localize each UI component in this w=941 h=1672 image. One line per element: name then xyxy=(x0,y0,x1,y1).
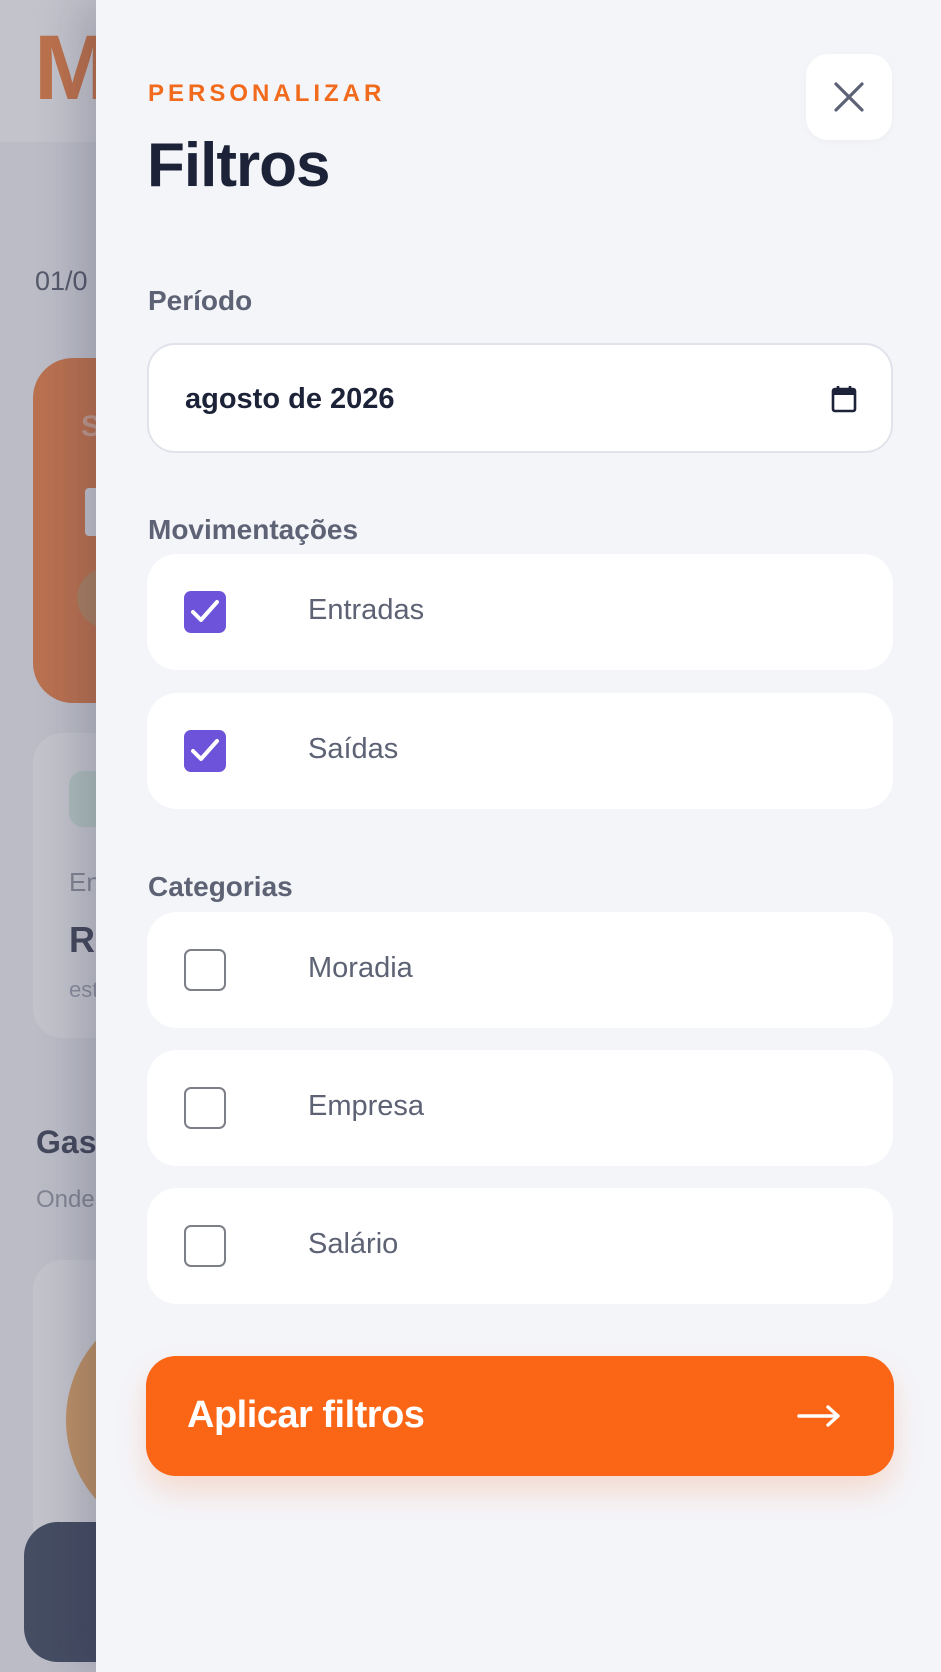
period-month-input[interactable]: agosto de 2026 xyxy=(147,343,893,453)
close-icon xyxy=(834,82,864,112)
option-entradas[interactable]: Entradas xyxy=(147,554,893,670)
checkbox-entradas[interactable] xyxy=(184,591,226,633)
option-saidas[interactable]: Saídas xyxy=(147,693,893,809)
option-label-moradia: Moradia xyxy=(308,952,413,984)
filter-drawer: PERSONALIZAR Filtros Período agosto de 2… xyxy=(96,0,941,1672)
checkbox-empresa[interactable] xyxy=(184,1087,226,1129)
option-salario[interactable]: Salário xyxy=(147,1188,893,1304)
option-label-entradas: Entradas xyxy=(308,594,425,626)
drawer-eyebrow: PERSONALIZAR xyxy=(148,80,386,107)
period-value: agosto de 2026 xyxy=(185,383,395,415)
checkbox-saidas[interactable] xyxy=(184,730,226,772)
drawer-title: Filtros xyxy=(147,131,330,200)
option-empresa[interactable]: Empresa xyxy=(147,1050,893,1166)
apply-filters-button[interactable]: Aplicar filtros xyxy=(146,1356,894,1476)
option-label-empresa: Empresa xyxy=(308,1090,425,1122)
option-label-salario: Salário xyxy=(308,1228,399,1260)
movements-label: Movimentações xyxy=(148,514,359,545)
period-label: Período xyxy=(148,285,253,316)
option-label-saidas: Saídas xyxy=(308,733,399,765)
checkbox-salario[interactable] xyxy=(184,1225,226,1267)
option-moradia[interactable]: Moradia xyxy=(147,912,893,1028)
checkbox-moradia[interactable] xyxy=(184,949,226,991)
categories-label: Categorias xyxy=(148,871,293,902)
arrow-right-icon xyxy=(797,1405,840,1427)
check-icon xyxy=(191,600,219,622)
check-icon xyxy=(191,739,219,761)
close-button[interactable] xyxy=(806,54,892,140)
calendar-icon[interactable] xyxy=(831,385,857,413)
apply-filters-label: Aplicar filtros xyxy=(187,1394,425,1436)
